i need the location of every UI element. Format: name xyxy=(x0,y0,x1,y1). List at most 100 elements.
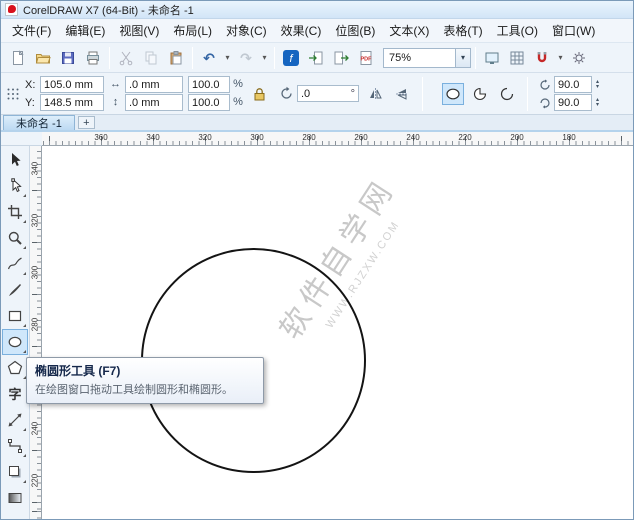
freehand-tool-icon xyxy=(7,256,23,272)
ruler-number: 220 xyxy=(458,133,471,142)
tooltip-title: 椭圆形工具 (F7) xyxy=(35,362,255,379)
paste-button[interactable] xyxy=(164,46,188,70)
tooltip: 椭圆形工具 (F7) 在绘图窗口拖动工具绘制圆形和椭圆形。 xyxy=(26,357,264,404)
text-tool[interactable]: 字 xyxy=(2,381,28,407)
artistic-media-tool[interactable] xyxy=(2,277,28,303)
import-button[interactable] xyxy=(304,46,328,70)
ruler-number: 340 xyxy=(31,162,40,176)
drop-shadow-tool[interactable] xyxy=(2,459,28,485)
toolbar-separator xyxy=(109,47,110,69)
mirror-vertical-button[interactable] xyxy=(391,83,413,105)
horizontal-ruler[interactable]: 360340320300280260240220200180 xyxy=(42,132,633,146)
menu-item-layout[interactable]: 布局(L) xyxy=(166,18,219,43)
open-button[interactable] xyxy=(31,46,55,70)
rotation-angle-value: .0 xyxy=(301,88,310,100)
ruler-number: 300 xyxy=(31,266,40,280)
pick-tool[interactable] xyxy=(2,147,28,173)
menu-item-object[interactable]: 对象(C) xyxy=(219,18,274,43)
standard-toolbar: ↶ ▾ ↷ ▾ f PDF 75% ▾ ▾ xyxy=(1,43,633,73)
arc-mode-button[interactable] xyxy=(496,83,518,105)
x-position-input[interactable]: 105.0 mm xyxy=(40,76,104,93)
lock-ratio-button[interactable] xyxy=(248,83,270,105)
new-document-tab-button[interactable]: + xyxy=(78,116,95,129)
ruler-number: 280 xyxy=(302,133,315,142)
options-button[interactable] xyxy=(567,46,591,70)
lock-icon xyxy=(253,87,266,101)
end-angle-input[interactable]: 90.0 xyxy=(554,94,592,111)
arc-shape-icon xyxy=(499,86,515,102)
options-gear-icon xyxy=(571,50,587,66)
scale-v-input[interactable]: 100.0 xyxy=(188,94,230,111)
property-bar: X: 105.0 mm Y: 148.5 mm ↔ .0 mm ↕ .0 mm … xyxy=(1,73,633,115)
parallel-dimension-tool-icon xyxy=(7,412,23,428)
menu-item-edit[interactable]: 编辑(E) xyxy=(58,18,112,43)
export-icon xyxy=(333,50,349,66)
new-document-button[interactable] xyxy=(6,46,30,70)
menu-item-file[interactable]: 文件(F) xyxy=(5,18,58,43)
start-angle-input[interactable]: 90.0 xyxy=(554,76,592,93)
save-button[interactable] xyxy=(56,46,80,70)
rectangle-tool[interactable] xyxy=(2,303,28,329)
ellipse-mode-button[interactable] xyxy=(442,83,464,105)
snap-to-button[interactable] xyxy=(530,46,554,70)
scale-h-percent: % xyxy=(233,79,243,90)
menu-item-tools[interactable]: 工具(O) xyxy=(490,18,545,43)
menu-item-window[interactable]: 窗口(W) xyxy=(545,18,602,43)
transparency-tool-icon xyxy=(7,490,23,506)
undo-history-dropdown[interactable]: ▾ xyxy=(222,46,233,70)
menu-item-effects[interactable]: 效果(C) xyxy=(274,18,329,43)
object-width-icon: ↔ xyxy=(109,79,122,90)
rotation-angle-input[interactable]: .0 ° xyxy=(297,85,359,102)
crop-tool[interactable] xyxy=(2,199,28,225)
rotation-angle-icon xyxy=(279,86,294,101)
snap-to-dropdown[interactable]: ▾ xyxy=(555,46,566,70)
fullscreen-preview-button[interactable] xyxy=(480,46,504,70)
zoom-tool[interactable] xyxy=(2,225,28,251)
scale-h-input[interactable]: 100.0 xyxy=(188,76,230,93)
polygon-tool[interactable] xyxy=(2,355,28,381)
menu-item-bitmaps[interactable]: 位图(B) xyxy=(328,18,382,43)
object-width-input[interactable]: .0 mm xyxy=(125,76,183,93)
menu-item-view[interactable]: 视图(V) xyxy=(112,18,166,43)
redo-history-dropdown[interactable]: ▾ xyxy=(259,46,270,70)
y-position-input[interactable]: 148.5 mm xyxy=(40,94,104,111)
connector-tool[interactable] xyxy=(2,433,28,459)
freehand-tool[interactable] xyxy=(2,251,28,277)
titlebar: CorelDRAW X7 (64-Bit) - 未命名 -1 xyxy=(1,1,633,19)
undo-button[interactable]: ↶ xyxy=(197,46,221,70)
menu-item-table[interactable]: 表格(T) xyxy=(436,18,489,43)
menu-item-text[interactable]: 文本(X) xyxy=(382,18,436,43)
pie-mode-button[interactable] xyxy=(469,83,491,105)
ellipse-tool[interactable] xyxy=(2,329,28,355)
end-angle-spinner[interactable]: ▴▾ xyxy=(596,98,599,108)
publish-pdf-button[interactable]: PDF xyxy=(354,46,378,70)
transparency-tool[interactable] xyxy=(2,485,28,511)
search-content-button[interactable]: f xyxy=(279,46,303,70)
shape-tool[interactable] xyxy=(2,173,28,199)
start-angle-icon xyxy=(539,79,551,91)
pie-arc-angle-group: 90.0 ▴▾ 90.0 ▴▾ xyxy=(539,76,599,111)
tooltip-description: 在绘图窗口拖动工具绘制圆形和椭圆形。 xyxy=(35,381,255,397)
x-position-label: X: xyxy=(25,79,37,91)
object-height-input[interactable]: .0 mm xyxy=(125,94,183,111)
propbar-separator xyxy=(422,77,423,111)
copy-button[interactable] xyxy=(139,46,163,70)
document-tab-bar: 未命名 -1 + xyxy=(1,115,633,132)
zoom-dropdown-arrow[interactable]: ▾ xyxy=(455,49,470,67)
pie-shape-icon xyxy=(472,86,488,102)
export-button[interactable] xyxy=(329,46,353,70)
show-grid-button[interactable] xyxy=(505,46,529,70)
object-size-group: ↔ .0 mm ↕ .0 mm xyxy=(109,76,183,111)
ruler-number: 240 xyxy=(406,133,419,142)
parallel-dimension-tool[interactable] xyxy=(2,407,28,433)
document-tab[interactable]: 未命名 -1 xyxy=(3,115,75,130)
cut-button[interactable] xyxy=(114,46,138,70)
object-height-icon: ↕ xyxy=(109,97,122,108)
start-angle-spinner[interactable]: ▴▾ xyxy=(596,80,599,90)
print-button[interactable] xyxy=(81,46,105,70)
drawing-canvas[interactable]: 软件自学网 WWW.RJZXW.COM xyxy=(42,146,633,519)
mirror-horizontal-button[interactable] xyxy=(364,83,386,105)
zoom-level-combo[interactable]: 75% ▾ xyxy=(383,48,471,68)
redo-button[interactable]: ↷ xyxy=(234,46,258,70)
vertical-ruler[interactable]: 340320300280260240220 xyxy=(30,146,42,519)
